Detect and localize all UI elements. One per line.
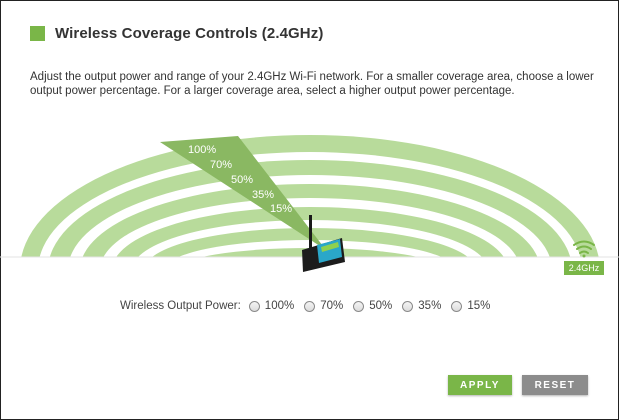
wifi-icon-dot	[582, 254, 586, 258]
power-option-35[interactable]: 35%	[402, 300, 441, 312]
output-power-label: Wireless Output Power:	[120, 300, 241, 312]
power-option-70[interactable]: 70%	[304, 300, 343, 312]
coverage-level-label: 70%	[210, 159, 232, 171]
coverage-illustration: 100% 70% 50% 35% 15% 2.4GHz	[0, 135, 619, 275]
radio-button[interactable]	[402, 300, 414, 312]
apply-button[interactable]: APPLY	[448, 375, 512, 395]
power-option-label: 70%	[320, 300, 344, 312]
coverage-level-label: 100%	[188, 144, 216, 156]
coverage-level-label: 50%	[231, 174, 253, 186]
coverage-level-label: 35%	[252, 189, 274, 201]
power-option-label: 100%	[264, 300, 295, 312]
output-power-selector: Wireless Output Power: 100% 70% 50% 35% …	[120, 300, 500, 312]
reset-button[interactable]: RESET	[522, 375, 588, 395]
page-title: Wireless Coverage Controls (2.4GHz)	[55, 25, 324, 42]
power-option-100[interactable]: 100%	[248, 300, 295, 312]
power-option-50[interactable]: 50%	[353, 300, 392, 312]
section-header: Wireless Coverage Controls (2.4GHz)	[30, 25, 323, 42]
power-option-label: 35%	[418, 300, 442, 312]
radio-button[interactable]	[451, 300, 463, 312]
power-option-label: 15%	[467, 300, 491, 312]
radio-button[interactable]	[353, 300, 365, 312]
power-option-15[interactable]: 15%	[451, 300, 490, 312]
radio-button[interactable]	[304, 300, 316, 312]
header-marker	[30, 26, 45, 41]
description-text: Adjust the output power and range of you…	[30, 71, 594, 97]
radio-button[interactable]	[248, 300, 260, 312]
band-badge-label: 2.4GHz	[569, 263, 600, 273]
coverage-level-label: 15%	[270, 203, 292, 215]
power-option-label: 50%	[369, 300, 393, 312]
